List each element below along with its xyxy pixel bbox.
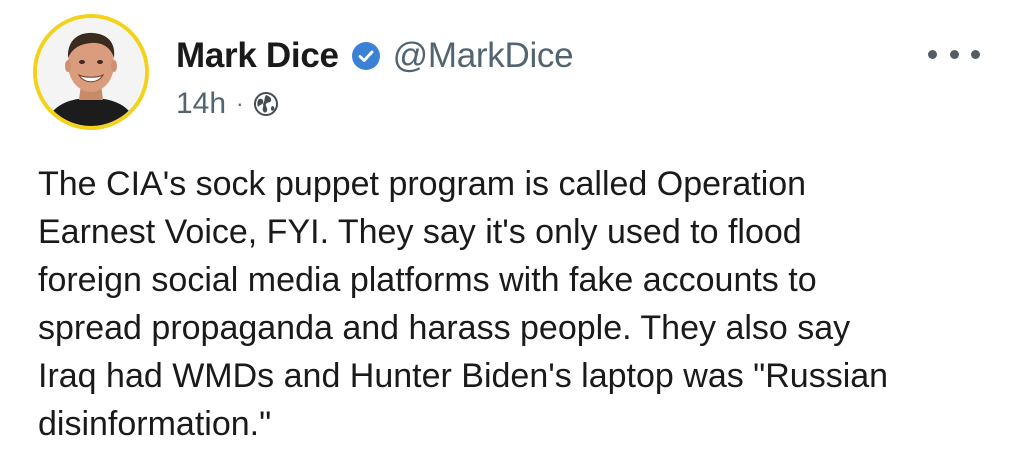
author-handle[interactable]: @MarkDice bbox=[393, 36, 574, 76]
verified-badge-icon bbox=[351, 41, 381, 71]
post-meta: 14h · bbox=[176, 86, 279, 122]
post-text: The CIA's sock puppet program is called … bbox=[38, 160, 988, 448]
avatar[interactable] bbox=[33, 14, 149, 130]
more-dot bbox=[971, 49, 980, 59]
avatar-photo bbox=[37, 18, 145, 126]
more-dot bbox=[949, 49, 959, 59]
post-text-line: foreign social media platforms with fake… bbox=[38, 261, 817, 299]
more-dot bbox=[928, 49, 937, 59]
globe-icon bbox=[253, 91, 279, 117]
post-text-line: The CIA's sock puppet program is called … bbox=[38, 165, 807, 203]
post-text-line: Earnest Voice, FYI. They say it's only u… bbox=[38, 213, 802, 251]
author-name[interactable]: Mark Dice bbox=[176, 36, 339, 76]
post-text-line: disinformation." bbox=[38, 405, 272, 443]
social-post: Mark Dice @MarkDice 14h · The CIA's sock… bbox=[0, 0, 1016, 455]
post-header: Mark Dice @MarkDice bbox=[176, 33, 574, 79]
more-options-icon[interactable] bbox=[928, 36, 980, 72]
post-timestamp[interactable]: 14h bbox=[176, 87, 226, 121]
post-text-line: spread propaganda and harass people. The… bbox=[38, 309, 851, 347]
meta-separator: · bbox=[236, 91, 244, 116]
post-text-line: Iraq had WMDs and Hunter Biden's laptop … bbox=[38, 357, 889, 395]
